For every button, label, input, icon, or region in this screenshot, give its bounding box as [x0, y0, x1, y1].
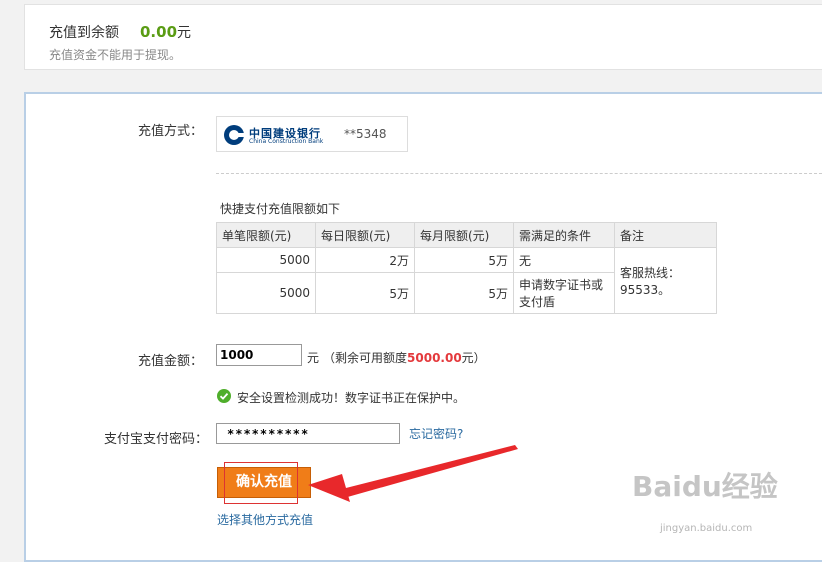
limit-table-title: 快捷支付充值限额如下 [220, 202, 341, 216]
balance-value: 0.00 [140, 23, 178, 41]
balance-panel: 充值到余额 0.00元 充值资金不能用于提现。 [24, 4, 822, 70]
remain-prefix: （剩余可用额度 [323, 351, 408, 365]
single-limit-cell: 5000 [216, 272, 316, 314]
monthly-limit-cell: 5万 [414, 247, 514, 273]
remark-cell: 客服热线：95533。 [614, 247, 717, 314]
amount-unit: 元 [307, 351, 320, 365]
table-header: 需满足的条件 [513, 222, 615, 248]
balance-note: 充值资金不能用于提现。 [49, 48, 182, 62]
baidu-watermark: Baidu经验 [632, 470, 778, 503]
daily-limit-cell: 2万 [315, 247, 415, 273]
red-arrow-icon [308, 445, 518, 502]
daily-limit-cell: 5万 [315, 272, 415, 314]
table-header: 单笔限额(元) [216, 222, 316, 248]
password-label: 支付宝支付密码： [104, 432, 209, 447]
watermark-url: jingyan.baidu.com [660, 523, 753, 534]
balance-unit: 元 [177, 25, 192, 41]
condition-cell: 申请数字证书或支付盾 [513, 272, 615, 314]
remaining-quota: （剩余可用额度5000.00元） [323, 349, 486, 366]
balance-title: 充值到余额 [49, 25, 119, 41]
table-header: 每日限额(元) [315, 222, 415, 248]
remain-value: 5000.00 [407, 351, 462, 365]
condition-cell: 无 [513, 247, 615, 273]
single-limit-cell: 5000 [216, 247, 316, 273]
remain-suffix: 元） [461, 351, 486, 365]
button-highlight [224, 462, 298, 504]
ccb-logo-icon [224, 125, 245, 145]
amount-label: 充值金额： [138, 354, 204, 369]
bank-name-en: China Construction Bank [249, 138, 324, 145]
table-header: 每月限额(元) [414, 222, 514, 248]
monthly-limit-cell: 5万 [414, 272, 514, 314]
balance-amount: 0.00元 [140, 22, 191, 42]
table-header: 备注 [614, 222, 717, 248]
other-method-link[interactable]: 选择其他方式充值 [217, 511, 313, 528]
bank-card-selector[interactable]: 中国建设银行 China Construction Bank **5348 [216, 116, 408, 152]
security-message: 安全设置检测成功！数字证书正在保护中。 [237, 391, 466, 405]
divider [216, 173, 822, 174]
table-row: 5000 2万 5万 无 客服热线：95533。 [216, 247, 717, 314]
card-number: **5348 [344, 127, 387, 141]
check-circle-icon [217, 389, 231, 403]
payment-method-label: 充值方式： [138, 124, 204, 139]
limit-table: 单笔限额(元) 每日限额(元) 每月限额(元) 需满足的条件 备注 5000 2… [216, 222, 717, 314]
amount-input[interactable] [216, 344, 302, 366]
